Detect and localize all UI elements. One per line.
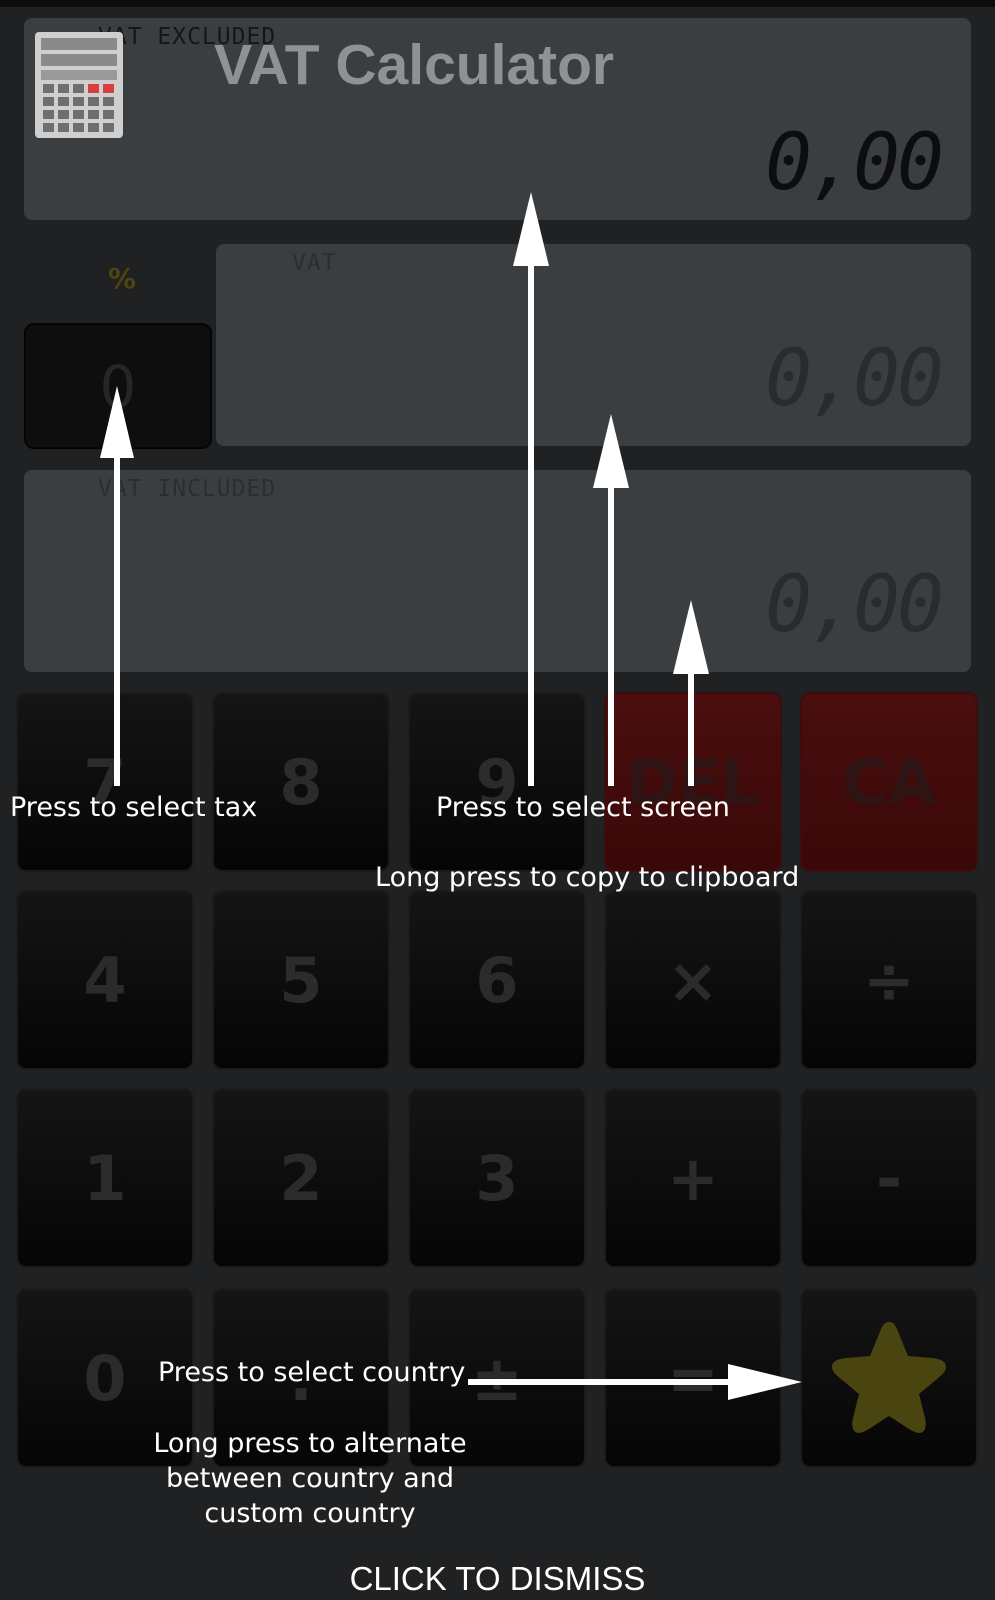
hint-copy-clipboard: Long press to copy to clipboard bbox=[375, 862, 800, 893]
hint-alternate-country-3: custom country bbox=[204, 1498, 416, 1529]
hint-select-country: Press to select country bbox=[158, 1357, 466, 1388]
hint-select-screen: Press to select screen bbox=[436, 792, 730, 823]
hint-select-tax: Press to select tax bbox=[10, 792, 258, 823]
hint-alternate-country-1: Long press to alternate bbox=[153, 1428, 467, 1459]
dismiss-button[interactable]: CLICK TO DISMISS bbox=[0, 1560, 995, 1598]
hint-alternate-country-2: between country and bbox=[166, 1463, 454, 1494]
